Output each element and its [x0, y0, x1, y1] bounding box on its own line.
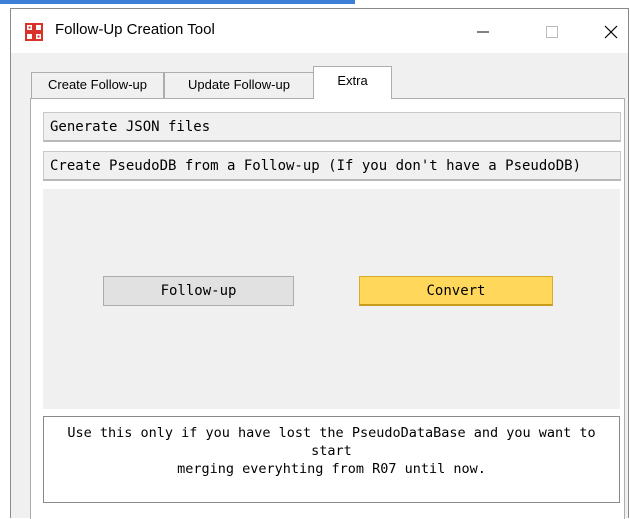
info-text-line-2: merging everyhting from R07 until now. — [177, 461, 486, 477]
window-title: Follow-Up Creation Tool — [55, 21, 215, 38]
convert-button[interactable]: Convert — [359, 276, 553, 306]
maximize-button[interactable] — [532, 19, 572, 45]
minimize-icon — [477, 31, 489, 33]
minimize-button[interactable] — [463, 19, 503, 45]
generate-json-files-button[interactable]: Generate JSON files — [43, 112, 621, 142]
title-bar[interactable]: Follow-Up Creation Tool — [11, 9, 628, 53]
info-text-line-1: Use this only if you have lost the Pseud… — [67, 425, 596, 459]
window-focus-accent — [0, 0, 355, 4]
maximize-icon — [546, 26, 558, 38]
extra-tab-panel: Generate JSON files Create PseudoDB from… — [30, 98, 625, 519]
tab-create-follow-up[interactable]: Create Follow-up — [31, 72, 164, 98]
close-button[interactable] — [591, 19, 630, 45]
app-grid-icon — [25, 23, 43, 41]
close-icon — [604, 25, 618, 39]
pseudodb-work-area: Follow-up Convert — [43, 189, 620, 409]
tab-extra[interactable]: Extra — [313, 66, 392, 99]
tab-update-follow-up[interactable]: Update Follow-up — [164, 72, 314, 98]
app-window: Follow-Up Creation Tool Create Follow-up… — [10, 8, 629, 519]
follow-up-button[interactable]: Follow-up — [103, 276, 294, 306]
create-pseudodb-section-button[interactable]: Create PseudoDB from a Follow-up (If you… — [43, 151, 621, 181]
info-text-box: Use this only if you have lost the Pseud… — [43, 416, 620, 503]
